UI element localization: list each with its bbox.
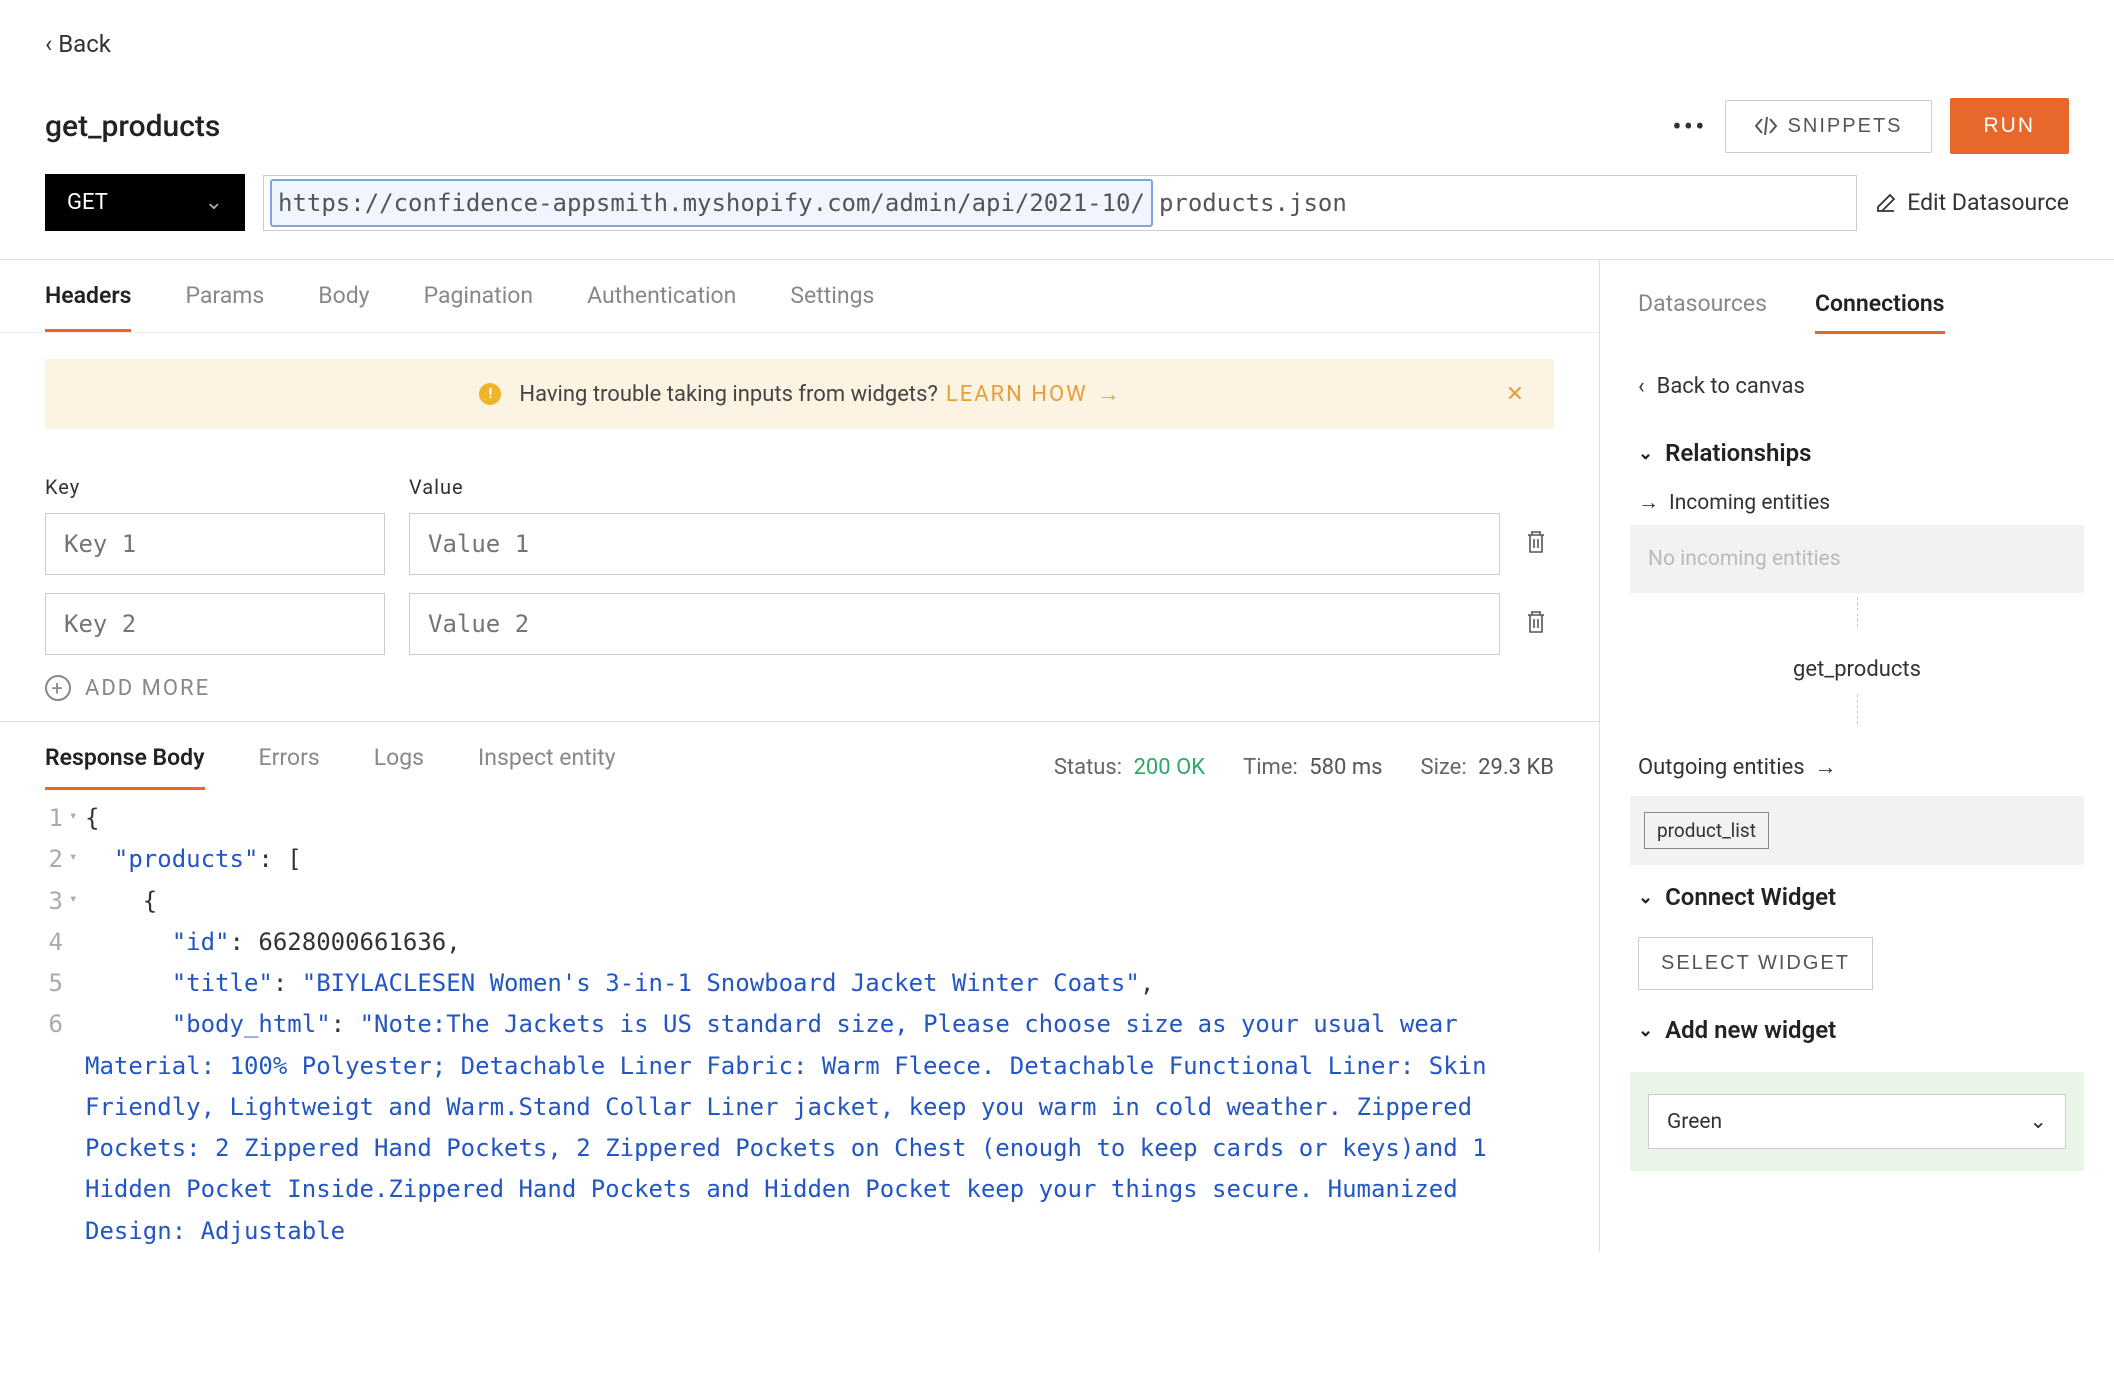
tab-settings[interactable]: Settings [790,282,874,332]
run-button[interactable]: RUN [1950,98,2070,154]
learn-how-link[interactable]: LEARN HOW [946,382,1088,407]
plus-icon: + [45,675,71,701]
value-header: Value [409,475,464,499]
select-widget-button[interactable]: SELECT WIDGET [1638,937,1873,990]
tab-authentication[interactable]: Authentication [587,282,736,332]
add-more-button[interactable]: + ADD MORE [45,675,1554,701]
time-label: Time: [1243,755,1298,780]
trash-icon[interactable] [1524,529,1554,559]
status-label: Status: [1054,755,1122,780]
tab-params[interactable]: Params [185,282,264,332]
url-path: products.json [1153,181,1353,225]
edit-datasource-link[interactable]: Edit Datasource [1875,189,2069,216]
tab-pagination[interactable]: Pagination [424,282,534,332]
outgoing-chip-row: product_list [1630,796,2084,865]
code-icon [1754,117,1778,135]
info-banner: ! Having trouble taking inputs from widg… [45,359,1554,429]
info-icon: ! [479,383,501,405]
side-tab-connections[interactable]: Connections [1815,290,1945,334]
tab-headers[interactable]: Headers [45,282,131,332]
url-base: https://confidence-appsmith.myshopify.co… [270,179,1153,227]
arrow-right-icon: → [1815,754,1837,780]
time-value: 580 ms [1309,755,1382,780]
entity-chip[interactable]: product_list [1644,812,1769,849]
value-input-1[interactable] [409,513,1500,575]
chevron-down-icon: ⌄ [1638,443,1653,464]
tab-body[interactable]: Body [318,282,369,332]
resp-tab-inspect[interactable]: Inspect entity [478,744,616,790]
pencil-icon [1875,192,1897,214]
chevron-left-icon: ‹ [1638,374,1645,399]
size-value: 29.3 KB [1478,755,1554,780]
outgoing-entities-label: Outgoing entities → [1630,724,2084,796]
back-label: Back [58,30,111,58]
relationships-header[interactable]: ⌄ Relationships [1630,421,2084,485]
snippets-button[interactable]: SNIPPETS [1725,100,1932,153]
chevron-down-icon: ⌄ [1638,1020,1653,1041]
key-input-2[interactable] [45,593,385,655]
chevron-down-icon: ⌄ [1638,887,1653,908]
add-new-widget-header[interactable]: ⌄ Add new widget [1630,998,2084,1062]
relationship-center: get_products [1630,627,2084,694]
side-tab-datasources[interactable]: Datasources [1638,290,1767,334]
kv-row [45,593,1554,655]
method-select[interactable]: GET ⌄ [45,174,245,231]
size-label: Size: [1421,755,1467,780]
no-incoming-box: No incoming entities [1630,525,2084,593]
value-input-2[interactable] [409,593,1500,655]
key-header: Key [45,475,385,499]
kv-row [45,513,1554,575]
chevron-down-icon: ⌄ [2029,1109,2047,1134]
incoming-entities-label: → Incoming entities [1630,485,2084,521]
response-code[interactable]: 1▾{ 2▾ "products": [ 3▾ { 4 "id": 662800… [0,798,1599,1252]
widget-color-select[interactable]: Green ⌄ [1648,1094,2066,1149]
connect-widget-header[interactable]: ⌄ Connect Widget [1630,865,2084,929]
status-value: 200 OK [1134,755,1206,780]
arrow-right-icon: → [1098,381,1120,407]
chevron-down-icon: ⌄ [205,190,223,215]
page-title: get_products [45,109,220,144]
trash-icon[interactable] [1524,609,1554,639]
more-icon[interactable]: ••• [1672,110,1706,143]
close-icon[interactable]: ✕ [1506,382,1524,407]
resp-tab-errors[interactable]: Errors [259,744,320,790]
resp-tab-logs[interactable]: Logs [374,744,424,790]
back-link[interactable]: ‹ Back [45,30,2069,58]
key-input-1[interactable] [45,513,385,575]
chevron-left-icon: ‹ [45,30,52,58]
url-input[interactable]: https://confidence-appsmith.myshopify.co… [263,175,1857,231]
arrow-right-icon: → [1638,491,1659,515]
resp-tab-body[interactable]: Response Body [45,744,205,790]
back-to-canvas[interactable]: ‹ Back to canvas [1630,352,2084,421]
banner-text: Having trouble taking inputs from widget… [519,382,937,407]
